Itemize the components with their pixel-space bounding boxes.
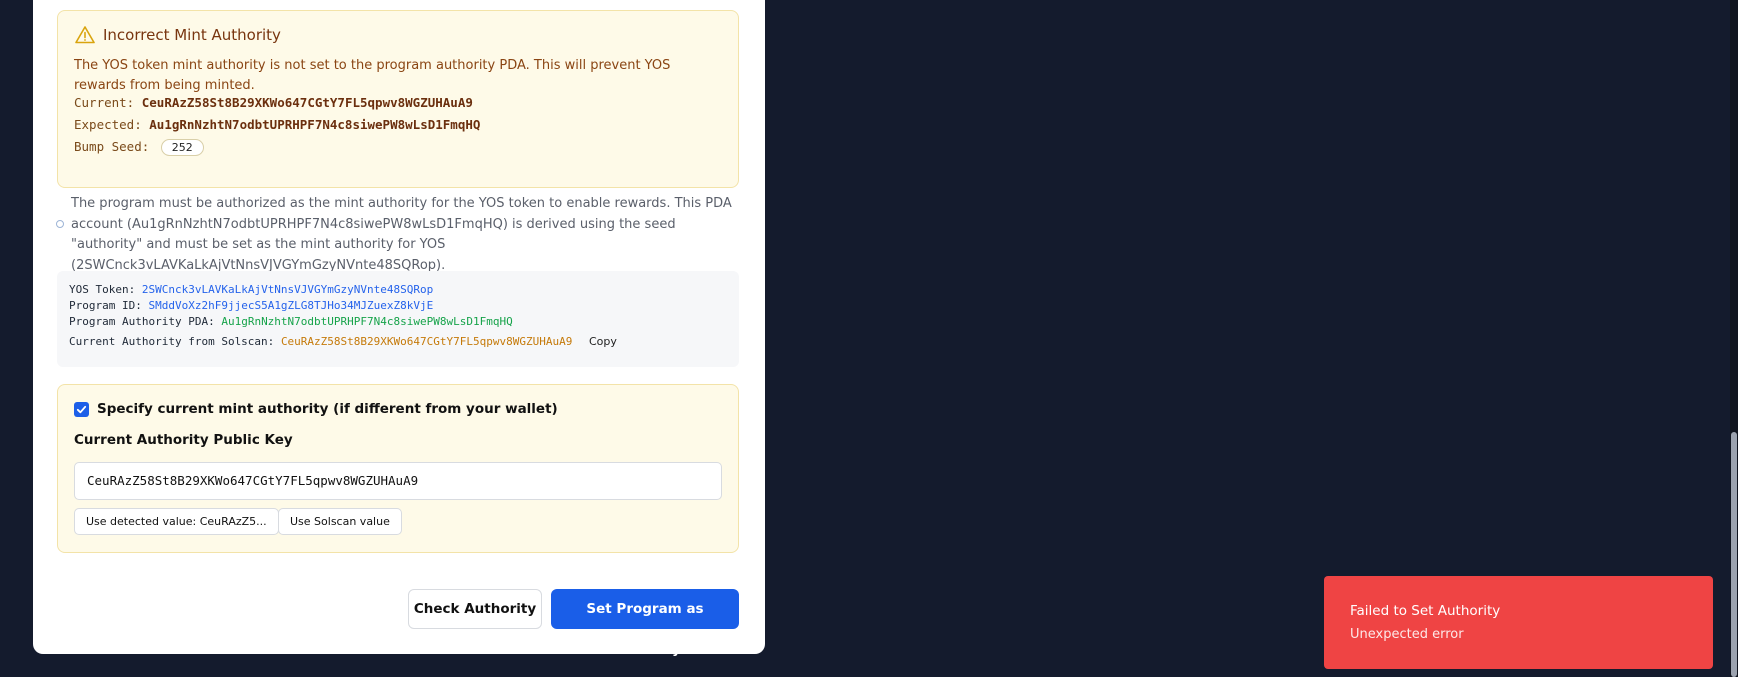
set-program-authority-button[interactable]: Set Program as Authority [551,589,739,657]
copy-button[interactable]: Copy [589,335,617,348]
bump-label: Bump Seed: [74,139,150,154]
check-authority-button[interactable]: Check Authority [408,589,542,629]
info-explanation: The program must be authorized as the mi… [71,196,732,273]
public-key-input[interactable]: CeuRAzZ58St8B29XKWo647CGtY7FL5qpwv8WGZUH… [74,462,722,500]
use-detected-value-button[interactable]: Use detected value: CeuRAzZ5... [74,508,279,535]
solscan-value: CeuRAzZ58St8B29XKWo647CGtY7FL5qpwv8WGZUH… [280,335,573,348]
info-bullet-icon [56,220,64,228]
yos-token-line: YOS Token: 2SWCnck3vLAVKaLkAjVtNnsVJVGYm… [69,283,433,296]
use-solscan-value-button[interactable]: Use Solscan value [278,508,402,535]
toast-message: Unexpected error [1350,627,1464,642]
error-toast[interactable]: Failed to Set Authority Unexpected error [1324,576,1713,669]
bump-seed-badge: 252 [160,139,204,156]
scrollbar-thumb[interactable] [1731,432,1737,677]
specify-authority-panel: Specify current mint authority (if diffe… [57,384,739,553]
expected-value: Au1gRnNzhtN7odbtUPRHPF7N4c8siwePW8wLsD1F… [149,117,481,132]
current-authority-line: Current: CeuRAzZ58St8B29XKWo647CGtY7FL5q… [74,95,473,110]
program-pda-value: Au1gRnNzhtN7odbtUPRHPF7N4c8siwePW8wLsD1F… [221,315,513,328]
program-pda-line: Program Authority PDA: Au1gRnNzhtN7odbtU… [69,315,513,328]
specify-authority-checkbox-row[interactable]: Specify current mint authority (if diffe… [74,401,558,417]
mint-authority-alert: Incorrect Mint Authority The YOS token m… [57,10,739,188]
checkmark-icon [76,405,87,413]
expected-label: Expected: [74,117,142,132]
solscan-label: Current Authority from Solscan: [69,335,275,348]
program-id-line: Program ID: SMddVoXz2hF9jjecS5A1gZLG8TJH… [69,299,433,312]
current-label: Current: [74,95,135,110]
solscan-authority-line: Current Authority from Solscan: CeuRAzZ5… [69,335,617,348]
toast-title: Failed to Set Authority [1350,603,1501,619]
program-id-value: SMddVoXz2hF9jjecS5A1gZLG8TJHo34MJZuexZ8k… [148,299,434,312]
yos-token-value: 2SWCnck3vLAVKaLkAjVtNnsVJVGYmGzyNVnte48S… [141,283,434,296]
main-card: Incorrect Mint Authority The YOS token m… [33,0,765,657]
public-key-field-label: Current Authority Public Key [74,432,293,448]
current-value: CeuRAzZ58St8B29XKWo647CGtY7FL5qpwv8WGZUH… [141,95,473,110]
program-info-box: YOS Token: 2SWCnck3vLAVKaLkAjVtNnsVJVGYm… [57,271,739,367]
bump-seed-line: Bump Seed: 252 [74,139,204,156]
specify-authority-label: Specify current mint authority (if diffe… [97,401,558,417]
specify-authority-checkbox[interactable] [74,401,89,417]
yos-token-label: YOS Token: [69,283,136,296]
alert-description: The YOS token mint authority is not set … [74,58,671,93]
expected-authority-line: Expected: Au1gRnNzhtN7odbtUPRHPF7N4c8siw… [74,117,480,132]
program-id-label: Program ID: [69,299,142,312]
alert-title-text: Incorrect Mint Authority [103,26,281,44]
alert-title: Incorrect Mint Authority [75,25,281,45]
warning-icon [75,25,95,45]
program-pda-label: Program Authority PDA: [69,315,215,328]
